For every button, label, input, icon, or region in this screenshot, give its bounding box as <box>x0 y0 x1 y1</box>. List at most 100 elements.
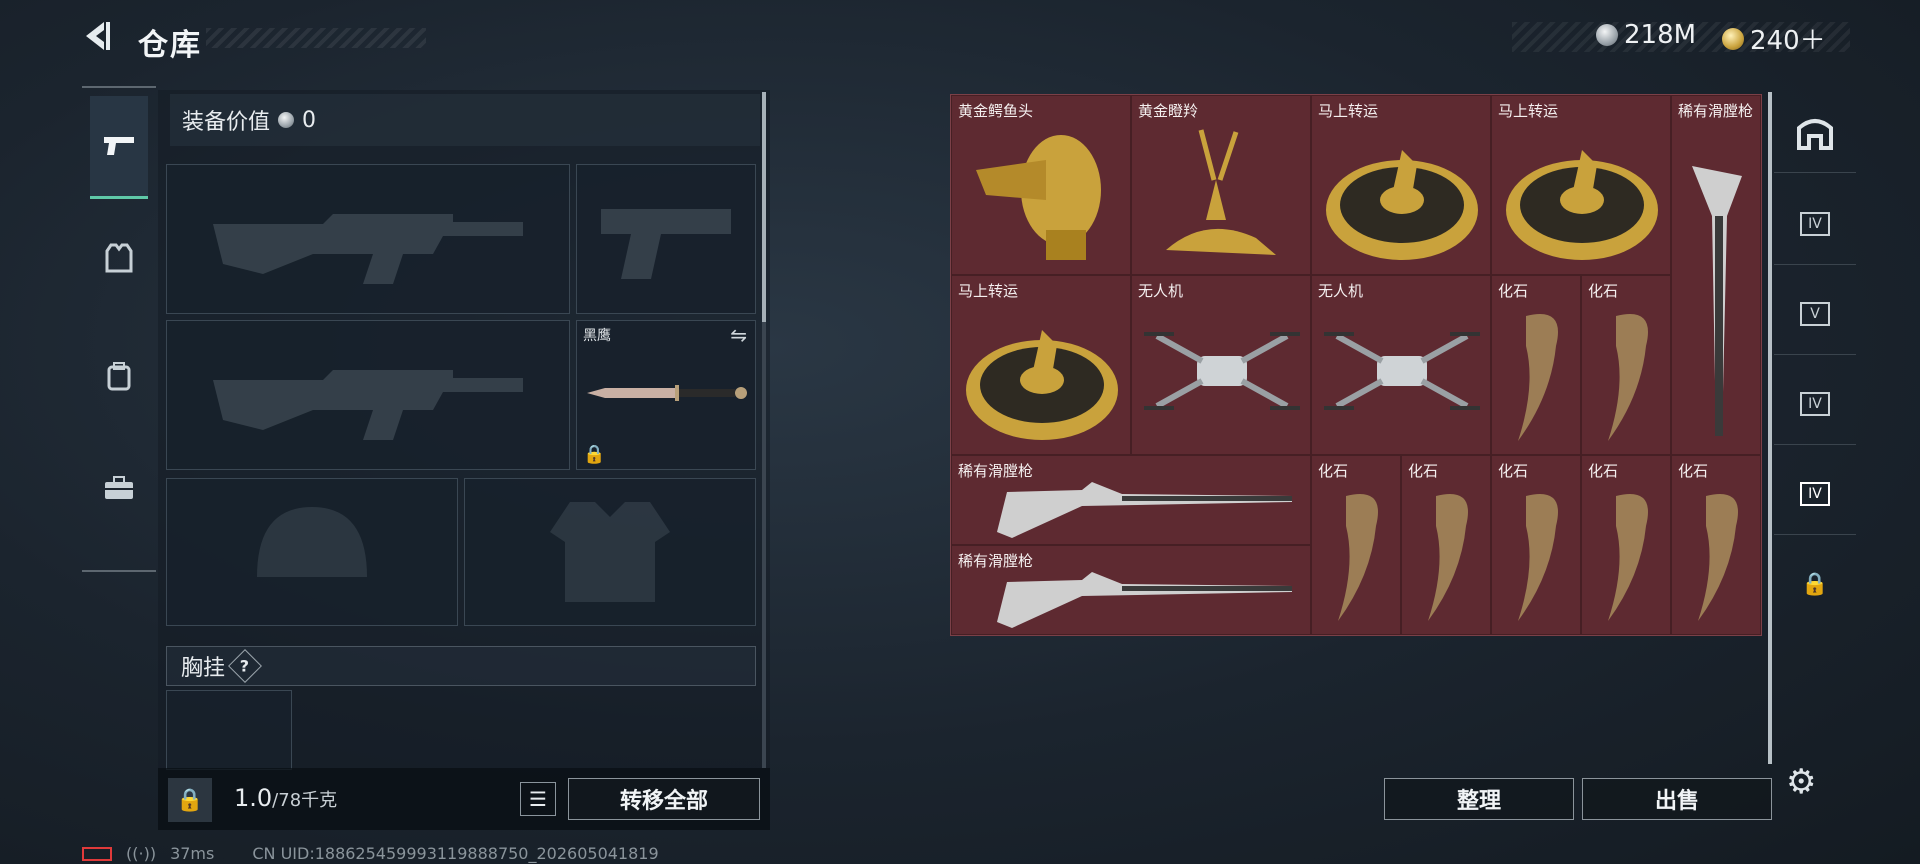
fossil-claw-image <box>1608 494 1648 621</box>
rifle-placeholder-icon <box>167 165 569 313</box>
back-button[interactable] <box>78 18 118 58</box>
tab-case-4[interactable]: IV <box>1774 454 1856 535</box>
backpack-icon <box>107 362 131 391</box>
sell-button[interactable]: 出售 <box>1582 778 1772 820</box>
musket-image <box>997 572 1292 628</box>
storage-item[interactable]: 化石 <box>1311 455 1401 635</box>
golden-croc-head-image <box>976 135 1101 260</box>
tab-backpack[interactable] <box>90 326 148 426</box>
silver-amount: 218M <box>1624 20 1697 50</box>
item-name: 化石 <box>1678 462 1709 480</box>
musket-image <box>997 482 1292 538</box>
pistol-placeholder-icon <box>577 165 755 313</box>
storage-item[interactable]: 马上转运 <box>1311 95 1491 275</box>
silver-currency: 218M <box>1596 20 1696 50</box>
gold-amount: 240＋ <box>1750 26 1826 56</box>
tab-locked[interactable]: 🔒 <box>1774 544 1856 624</box>
item-name: 马上转运 <box>1318 102 1379 120</box>
secondary-weapon-slot[interactable] <box>576 164 756 314</box>
weight-current: 1.0 <box>234 784 273 812</box>
list-icon: ☰ <box>529 787 547 811</box>
storage-item[interactable]: 化石 <box>1671 455 1761 635</box>
tab-armor[interactable] <box>90 208 148 308</box>
transfer-all-button[interactable]: 转移全部 <box>568 778 760 820</box>
item-name: 化石 <box>1408 462 1439 480</box>
storage-item[interactable]: 化石 <box>1581 275 1671 455</box>
chest-rig-label: 胸挂 <box>181 656 226 681</box>
equipment-value-amount: 0 <box>302 107 317 133</box>
drone-image <box>1324 332 1480 410</box>
storage-item[interactable]: 无人机 <box>1131 275 1311 455</box>
lock-button[interactable]: 🔒 <box>168 778 212 822</box>
storage-item[interactable]: 黄金瞪羚 <box>1131 95 1311 275</box>
storage-item[interactable]: 化石 <box>1401 455 1491 635</box>
armor-placeholder-icon <box>465 479 755 625</box>
storage-item[interactable]: 稀有滑膛枪 <box>1671 95 1761 455</box>
drone-image <box>1144 332 1300 410</box>
storage-scrollbar[interactable] <box>1768 92 1772 764</box>
melee-slot[interactable]: 黑鹰 ⇋ 🔒 <box>576 320 756 470</box>
silver-coin-icon <box>278 112 295 128</box>
melee-name: 黑鹰 <box>583 328 611 344</box>
chest-rig-header: 胸挂 ? <box>166 646 756 686</box>
item-name: 无人机 <box>1138 282 1184 300</box>
swap-icon[interactable]: ⇋ <box>730 323 747 347</box>
rifle-placeholder-icon <box>167 321 569 469</box>
storage-item[interactable]: 马上转运 <box>951 275 1131 455</box>
title-decoration <box>206 28 426 48</box>
gold-coin-icon <box>1722 27 1744 50</box>
item-name: 化石 <box>1318 462 1349 480</box>
list-view-button[interactable]: ☰ <box>520 782 556 816</box>
primary-weapon-slot-2[interactable] <box>166 320 570 470</box>
help-icon[interactable]: ? <box>228 649 262 683</box>
equipment-value-label: 装备价值 <box>182 110 271 135</box>
item-name: 化石 <box>1588 462 1619 480</box>
loadout-scrollbar[interactable] <box>762 92 766 768</box>
tab-case-1[interactable]: IV <box>1774 184 1856 265</box>
storage-item[interactable]: 稀有滑膛枪 <box>951 455 1311 545</box>
storage-item[interactable]: 化石 <box>1491 455 1581 635</box>
horse-fortune-disc-image <box>1506 150 1658 260</box>
lock-icon: 🔒 <box>176 787 204 813</box>
user-uid: CN UID:188625459993119888750_20260504181… <box>252 844 659 863</box>
gold-currency[interactable]: 240＋ <box>1722 20 1826 57</box>
armor-slot[interactable] <box>464 478 756 626</box>
fossil-claw-image <box>1518 314 1558 441</box>
weight-readout: 1.0/78千克 <box>234 784 337 812</box>
item-name: 黄金鳄鱼头 <box>958 102 1034 120</box>
item-name: 化石 <box>1498 462 1529 480</box>
item-name: 黄金瞪羚 <box>1138 102 1199 120</box>
lock-icon: 🔒 <box>583 444 606 465</box>
fossil-claw-image <box>1698 494 1738 621</box>
tab-case[interactable] <box>90 438 148 538</box>
stash-icon <box>1797 119 1833 150</box>
item-name: 化石 <box>1498 282 1529 300</box>
storage-item[interactable]: 黄金鳄鱼头 <box>951 95 1131 275</box>
storage-item[interactable]: 化石 <box>1581 455 1671 635</box>
storage-item[interactable]: 无人机 <box>1311 275 1491 455</box>
tab-weapons[interactable] <box>90 96 148 199</box>
musket-vertical-image <box>1692 166 1742 436</box>
settings-gear-icon[interactable]: ⚙ <box>1786 762 1816 802</box>
item-name: 稀有滑膛枪 <box>1678 102 1754 120</box>
helmet-slot[interactable] <box>166 478 458 626</box>
storage-item[interactable]: 化石 <box>1491 275 1581 455</box>
page-title: 仓库 <box>138 28 202 63</box>
storage-item[interactable]: 稀有滑膛枪 <box>951 545 1311 635</box>
horse-fortune-disc-image <box>1326 150 1478 260</box>
back-arrow-icon <box>86 22 110 50</box>
sort-button[interactable]: 整理 <box>1384 778 1574 820</box>
tab-case-2[interactable]: V <box>1774 274 1856 355</box>
tab-case-3[interactable]: IV <box>1774 364 1856 445</box>
horse-fortune-disc-image <box>966 330 1118 440</box>
golden-gazelle-image <box>1166 129 1276 255</box>
case-iv-icon: IV <box>1800 482 1830 506</box>
storage-item[interactable]: 马上转运 <box>1491 95 1671 275</box>
item-name: 化石 <box>1588 282 1619 300</box>
weight-max: /78千克 <box>272 790 338 811</box>
tab-stash[interactable] <box>1774 92 1856 173</box>
primary-weapon-slot[interactable] <box>166 164 570 314</box>
case-iv-icon: IV <box>1800 392 1830 416</box>
chest-rig-slot[interactable] <box>166 690 292 770</box>
item-name: 马上转运 <box>958 282 1019 300</box>
